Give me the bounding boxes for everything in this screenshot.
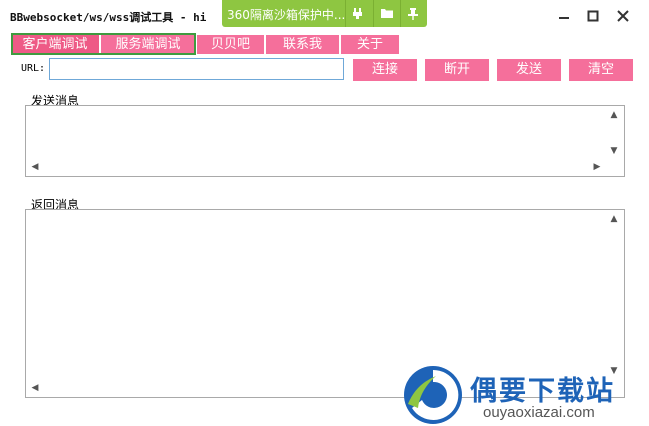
folder-icon [381,9,393,18]
tab-about[interactable]: 关于 [341,35,399,54]
title-bar: BBwebsocket/ws/wss调试工具 - hi 360隔离沙箱保护中..… [0,0,649,33]
minimize-button[interactable] [554,7,574,25]
open-folder-button[interactable] [373,0,399,27]
sandbox-status: 360隔离沙箱保护中... [227,8,346,22]
minimize-icon [559,17,569,19]
scroll-up-arrow-icon[interactable]: ▲ [607,212,621,226]
send-message-textarea[interactable]: ▲ ▼ ◀ ▶ [25,105,625,177]
disconnect-button[interactable]: 断开 [425,59,489,81]
watermark-logo-icon [404,366,462,424]
send-button[interactable]: 发送 [497,59,561,81]
close-button[interactable] [613,7,633,25]
scroll-right-arrow-icon[interactable]: ▶ [590,160,604,174]
connect-button[interactable]: 连接 [353,59,417,81]
pin-button[interactable] [400,0,426,27]
watermark-brand: 偶要下载站 [470,376,615,407]
url-label: URL: [21,63,46,74]
tab-contact[interactable]: 联系我 [266,35,339,54]
tab-beibeiba[interactable]: 贝贝吧 [197,35,264,54]
sandbox-banner[interactable]: 360隔离沙箱保护中... [222,0,427,27]
tab-focus-outline [11,33,196,55]
scroll-left-arrow-icon[interactable]: ◀ [28,381,42,395]
pin-icon [408,8,418,20]
maximize-button[interactable] [583,7,603,25]
watermark-url: ouyaoxiazai.com [483,404,595,421]
scroll-down-arrow-icon[interactable]: ▼ [607,144,621,158]
plug-icon [353,8,362,19]
clear-button[interactable]: 清空 [569,59,633,81]
plugin-button[interactable] [345,0,371,27]
close-icon [617,10,629,22]
scroll-left-arrow-icon[interactable]: ◀ [28,160,42,174]
maximize-icon [587,10,599,22]
window-title: BBwebsocket/ws/wss调试工具 - hi [10,11,207,24]
scroll-up-arrow-icon[interactable]: ▲ [607,108,621,122]
url-input[interactable] [49,58,344,80]
